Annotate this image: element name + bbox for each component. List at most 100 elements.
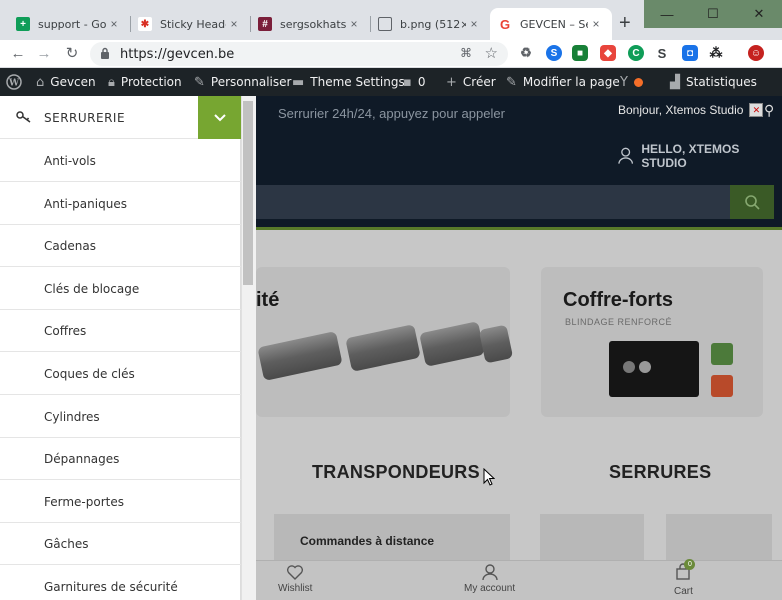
extension-green-icon[interactable]: ■ (572, 45, 588, 61)
menu-item-label: Clés de blocage (44, 282, 140, 296)
menu-item-label: Dépannages (44, 452, 120, 466)
drawer-header[interactable]: SERRURERIE (0, 96, 241, 139)
tab-title: GEVCEN – Ser (520, 17, 588, 31)
wishlist-label: Wishlist (278, 583, 313, 594)
extension-s-icon[interactable]: S (546, 45, 562, 61)
tab-title: Sticky Header (160, 17, 226, 31)
customize-label: Personnaliser (210, 75, 292, 89)
subcategory-card-remotes[interactable]: Commandes à distance (274, 514, 510, 560)
menu-item-anti-paniques[interactable]: Anti-paniques (0, 182, 241, 225)
menu-item-cles-de-blocage[interactable]: Clés de blocage (0, 267, 241, 310)
menu-item-coffres[interactable]: Coffres (0, 309, 241, 352)
wp-protection[interactable]: 🔒︎ Protection (108, 68, 182, 96)
drawer-collapse-button[interactable] (198, 96, 241, 139)
bookmark-star-icon[interactable]: ☆ (485, 44, 498, 62)
tab-sergsokhatsky[interactable]: # sergsokhatsk × (250, 8, 370, 40)
menu-item-garnitures-de-securite[interactable]: Garnitures de sécurité (0, 565, 241, 600)
wp-site-name[interactable]: ⌂ Gevcen (36, 68, 96, 96)
maximize-button[interactable]: ☐ (690, 0, 736, 28)
extension-recycle-icon[interactable]: ♻ (518, 45, 534, 61)
cylinder-image (345, 324, 421, 372)
edit-page-label: Modifier la page (522, 75, 620, 89)
wp-comments[interactable]: ▪ 0 (403, 68, 425, 96)
site-name-label: Gevcen (50, 75, 96, 89)
site-search-input[interactable] (256, 185, 730, 219)
heart-icon (287, 565, 304, 580)
address-bar[interactable]: https://gevcen.be ⌘ ☆ (90, 42, 508, 66)
wp-edit-page[interactable]: ✎ Modifier la page (506, 68, 620, 96)
menu-item-coques-de-cles[interactable]: Coques de clés (0, 352, 241, 395)
extension-screen-icon[interactable]: ◘ (682, 45, 698, 61)
account-link[interactable]: HELLO, XTEMOS STUDIO (618, 142, 782, 170)
sheets-favicon-icon: + (16, 17, 30, 31)
tab-b-png[interactable]: b.png (512×8 × (370, 8, 490, 40)
user-icon (481, 564, 498, 581)
lock-icon[interactable] (100, 47, 110, 59)
cylinder-image (478, 324, 514, 364)
menu-item-cadenas[interactable]: Cadenas (0, 224, 241, 267)
menu-item-label: Cadenas (44, 239, 96, 253)
tab-close-icon[interactable]: × (106, 17, 122, 31)
menu-item-anti-vols[interactable]: Anti-vols (0, 139, 241, 182)
mobile-bottom-nav: Wishlist My account 0 Cart (256, 559, 782, 600)
category-card-security[interactable]: ité (256, 267, 514, 417)
extension-red-icon[interactable]: ◆ (600, 45, 616, 61)
profile-avatar[interactable]: ☺ (748, 45, 764, 61)
header-greeting[interactable]: Bonjour, Xtemos Studio ✕ (618, 103, 764, 117)
menu-item-depannages[interactable]: Dépannages (0, 437, 241, 480)
menu-item-label: Gâches (44, 537, 89, 551)
wp-stats[interactable]: ▟ Statistiques (670, 68, 757, 96)
menu-item-label: Ferme-portes (44, 495, 124, 509)
menu-item-label: Coques de clés (44, 367, 135, 381)
extension-grammarly-icon[interactable]: C (628, 45, 644, 61)
wp-customize[interactable]: ✎ Personnaliser (194, 68, 291, 96)
wp-yoast[interactable]: Y (620, 68, 643, 96)
menu-item-label: Anti-paniques (44, 197, 127, 211)
create-label: Créer (462, 75, 496, 89)
header-phone-text[interactable]: Serrurier 24h/24, appuyez pour appeler (278, 106, 505, 121)
extension-share-icon[interactable]: ⁂ (708, 45, 724, 61)
tab-support[interactable]: + support - Goo × (8, 8, 130, 40)
menu-item-label: Garnitures de sécurité (44, 580, 178, 594)
wordpress-logo-icon[interactable]: W (6, 68, 22, 96)
tab-close-icon[interactable]: × (588, 17, 604, 31)
tab-sticky-header[interactable]: ✱ Sticky Header × (130, 8, 250, 40)
minimize-button[interactable]: — (644, 0, 690, 28)
stats-label: Statistiques (686, 75, 757, 89)
new-tab-button[interactable]: + (619, 12, 631, 35)
menu-item-gaches[interactable]: Gâches (0, 522, 241, 565)
drawer-scrollbar-thumb[interactable] (243, 101, 253, 285)
site-search-button[interactable] (730, 185, 774, 219)
forward-button[interactable]: → (34, 44, 54, 64)
cart-link[interactable]: 0 Cart (674, 559, 696, 597)
menu-item-ferme-portes[interactable]: Ferme-portes (0, 480, 241, 523)
subcard-title: Commandes à distance (300, 534, 435, 548)
svg-text:W: W (8, 79, 20, 89)
tab-close-icon[interactable]: × (346, 17, 362, 31)
tab-close-icon[interactable]: × (466, 17, 482, 31)
category-card-safes[interactable]: Coffre-forts BLINDAGE RENFORCÉ (541, 267, 763, 417)
tab-gevcen[interactable]: G GEVCEN – Ser × (490, 8, 612, 40)
tab-title: support - Goo (38, 17, 106, 31)
menu-item-cylindres[interactable]: Cylindres (0, 395, 241, 438)
chevron-down-icon (213, 113, 226, 121)
lock-image (666, 514, 772, 560)
menu-item-label: Anti-vols (44, 154, 96, 168)
comments-count: 0 (417, 75, 426, 89)
back-button[interactable]: ← (8, 44, 28, 64)
close-window-button[interactable]: ✕ (736, 0, 782, 28)
wishlist-link[interactable]: Wishlist (278, 563, 312, 594)
joomla-favicon-icon: ✱ (138, 17, 152, 31)
wp-theme-settings[interactable]: ▬ Theme Settings (292, 68, 405, 96)
translate-icon[interactable]: ⌘ (460, 46, 472, 60)
tab-close-icon[interactable]: × (226, 17, 242, 31)
wp-create[interactable]: + Créer (446, 68, 496, 96)
search-icon[interactable]: ⚲ (764, 102, 774, 119)
theme-settings-label: Theme Settings (310, 75, 405, 89)
badge-fire-icon (711, 375, 733, 397)
reload-button[interactable]: ↻ (62, 44, 82, 64)
home-icon: ⌂ (36, 74, 45, 90)
extension-s2-icon[interactable]: S (654, 45, 670, 61)
browser-tab-strip: + support - Goo × ✱ Sticky Header × # se… (0, 0, 782, 40)
my-account-link[interactable]: My account (464, 563, 515, 594)
